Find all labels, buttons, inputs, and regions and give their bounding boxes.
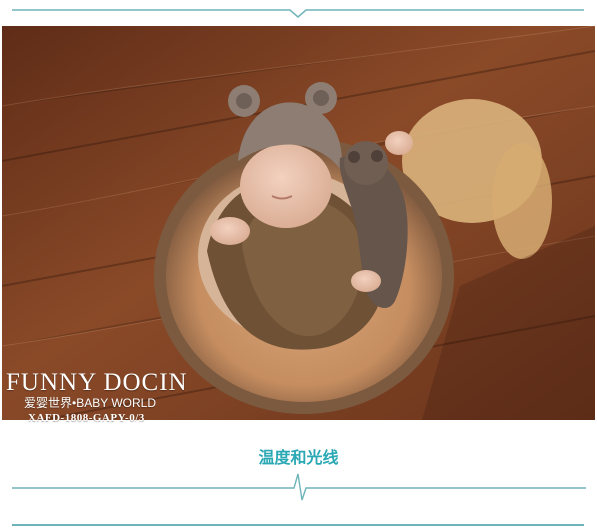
newborn-photo xyxy=(2,26,595,420)
photo-watermark: FUNNY DOCIN 爱婴世界•BABY WORLD XAFD-1808-GA… xyxy=(6,370,188,425)
watermark-subtitle: 爱婴世界•BABY WORLD xyxy=(24,396,157,410)
section-title: 温度和光线 xyxy=(258,450,339,467)
watermark-brand: FUNNY DOCIN xyxy=(6,369,188,396)
section-divider xyxy=(12,473,586,501)
bottom-divider xyxy=(12,524,584,526)
newborn-photo-illustration xyxy=(2,26,595,420)
top-divider xyxy=(12,9,584,18)
watermark-code: XAFD-1808-GAPY-0/3 xyxy=(28,412,145,424)
